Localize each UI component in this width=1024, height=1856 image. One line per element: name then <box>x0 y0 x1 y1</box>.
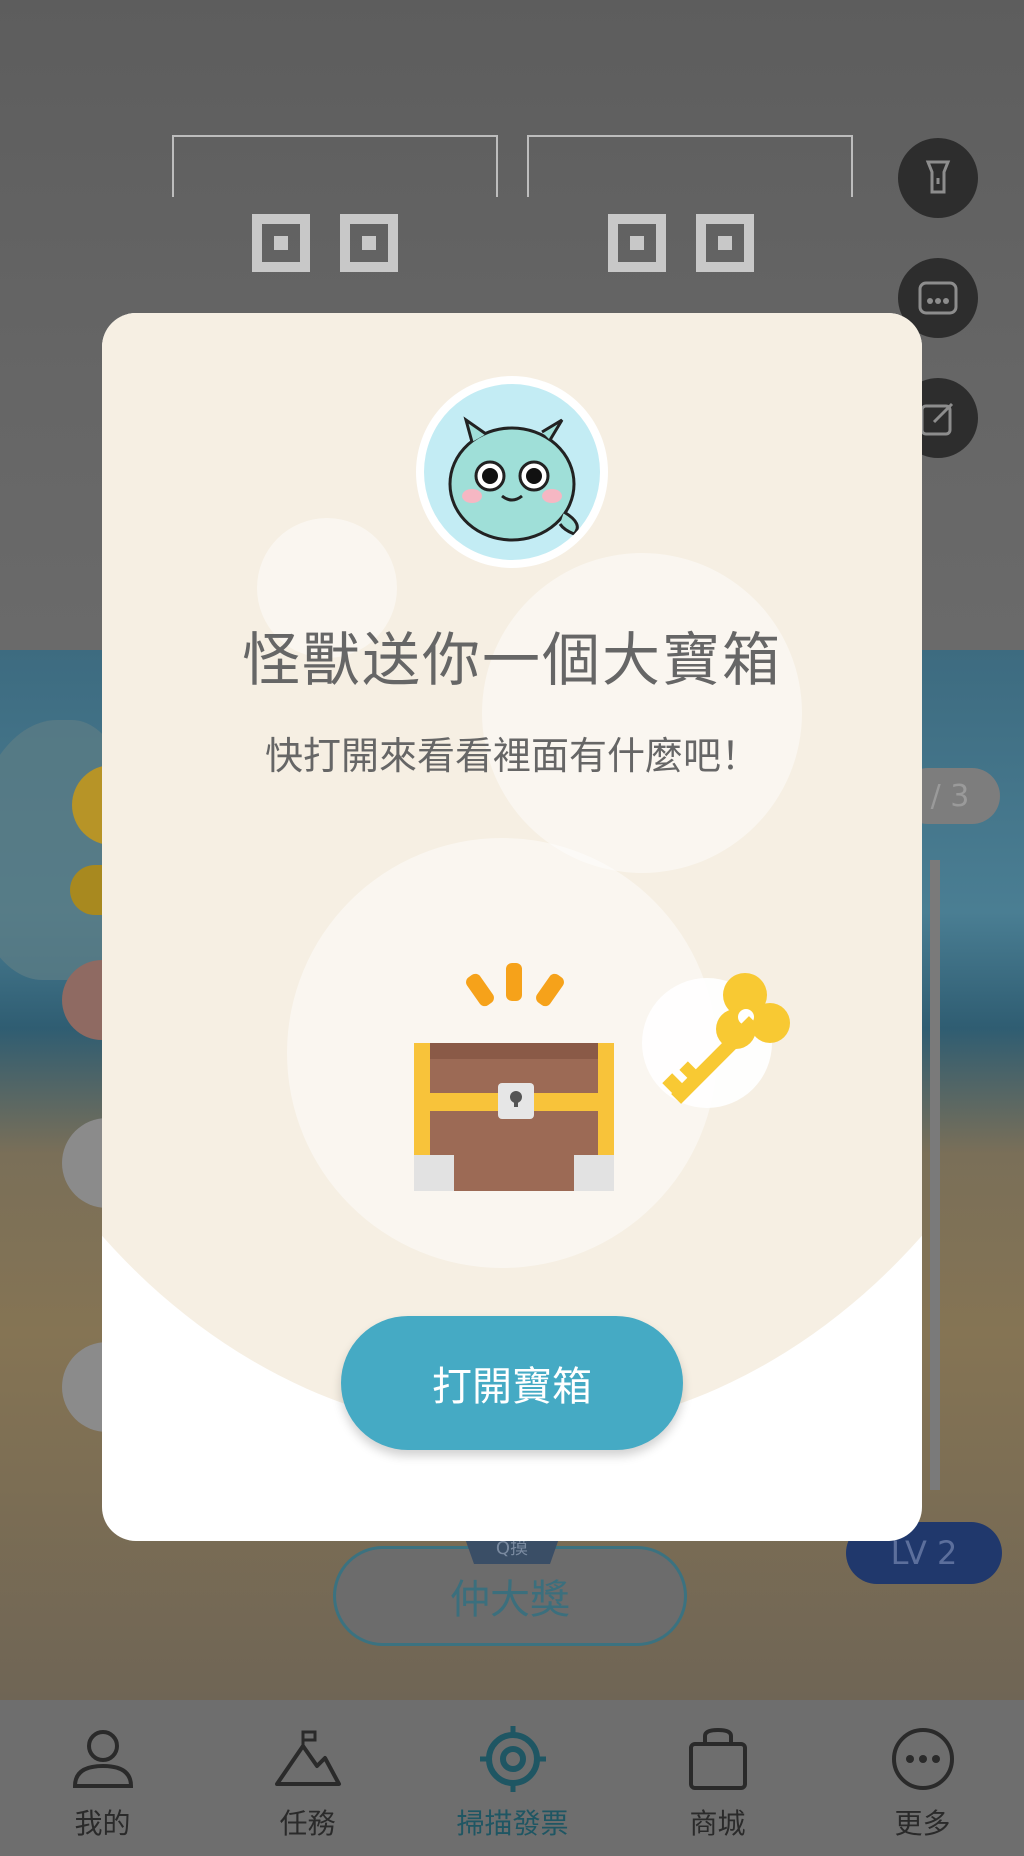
keyboard-icon <box>918 281 958 315</box>
flashlight-button[interactable] <box>898 138 978 218</box>
scan-frame-left <box>172 135 498 197</box>
decor-bubble <box>482 553 802 873</box>
bottom-tab-bar: 我的 任務 掃描發票 商城 更多 <box>0 1700 1024 1856</box>
dialog-title: 怪獸送你一個大寶箱 <box>241 626 782 694</box>
tab-label: 掃描發票 <box>456 1807 569 1840</box>
monster-icon <box>448 416 579 542</box>
key-icon <box>662 973 790 1104</box>
mountain-flag-icon <box>273 1724 343 1794</box>
person-icon <box>68 1724 138 1794</box>
shopping-bag-icon <box>683 1724 753 1794</box>
tab-label: 商城 <box>689 1807 746 1840</box>
qr-code-left <box>252 214 412 304</box>
tab-label: 更多 <box>894 1807 951 1840</box>
treasure-chest-icon <box>414 963 614 1191</box>
tab-store[interactable]: 商城 <box>615 1700 820 1856</box>
monster-avatar <box>416 376 608 568</box>
scan-frame-right <box>527 135 853 197</box>
tab-label: 我的 <box>74 1807 131 1840</box>
more-icon <box>888 1724 958 1794</box>
side-panel <box>930 860 940 1490</box>
scan-target-icon <box>478 1724 548 1794</box>
flashlight-icon <box>925 160 951 194</box>
edit-icon <box>920 402 954 436</box>
tab-scan-invoice[interactable]: 掃描發票 <box>410 1700 615 1856</box>
tab-more[interactable]: 更多 <box>820 1700 1024 1856</box>
tab-me[interactable]: 我的 <box>0 1700 205 1856</box>
treasure-chest-dialog: 怪獸送你一個大寶箱 快打開來看看裡面有什麼吧！ 打開寶箱 <box>102 313 922 1541</box>
tab-label: 任務 <box>279 1807 336 1840</box>
dialog-subtitle: 快打開來看看裡面有什麼吧！ <box>264 734 759 778</box>
qr-code-right <box>608 214 768 304</box>
tab-tasks[interactable]: 任務 <box>205 1700 410 1856</box>
open-chest-button[interactable]: 打開寶箱 <box>341 1316 683 1450</box>
